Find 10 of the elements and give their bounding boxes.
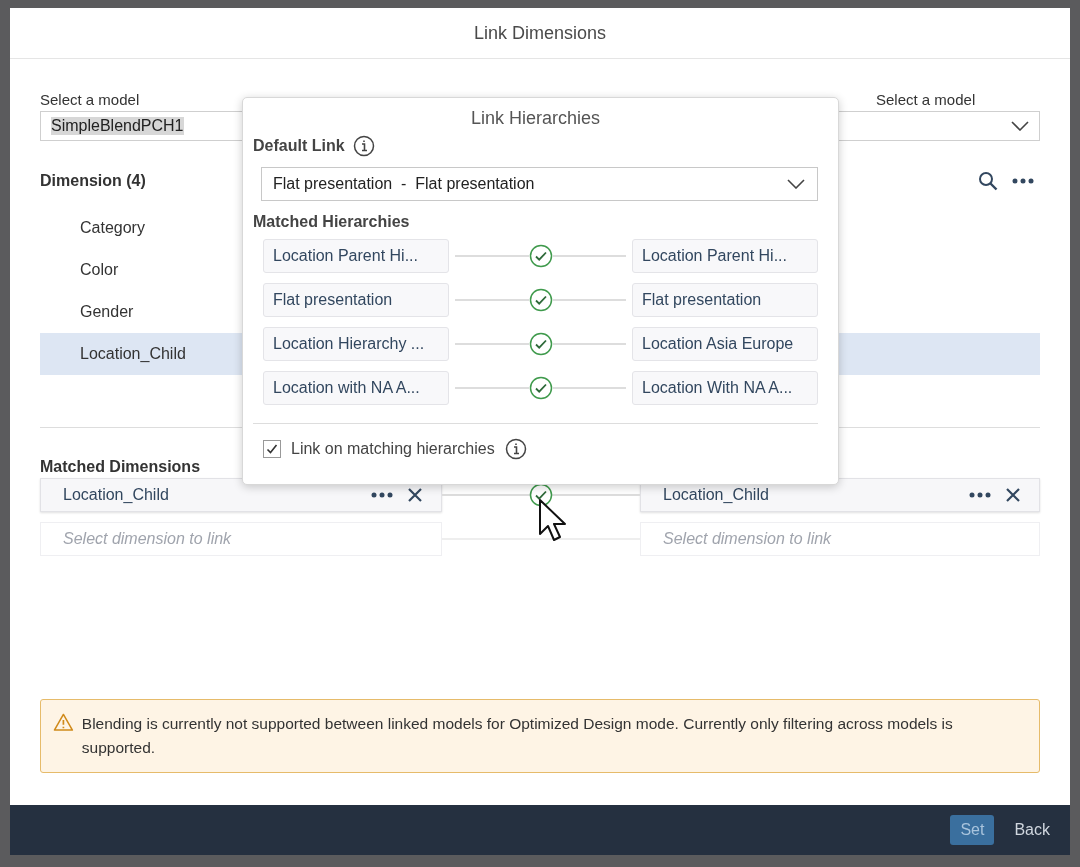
checkbox-label: Link on matching hierarchies [291, 440, 495, 458]
section-title: Dimension (4) [40, 172, 146, 190]
section-title: Matched Dimensions [40, 458, 201, 476]
warning-text: Blending is currently not supported between linked models for Optimized Design mode. Currently only filtering across models is supported. [81, 714, 954, 758]
popover-title: Link Hierarchies [470, 108, 601, 129]
dialog-title: Link Dimensions [473, 22, 607, 44]
section-title: Matched Hierarchies [253, 213, 410, 231]
field-label: Default Link [253, 137, 345, 155]
field-label: Select a model [875, 91, 977, 108]
field-label: Select a model [40, 91, 141, 108]
